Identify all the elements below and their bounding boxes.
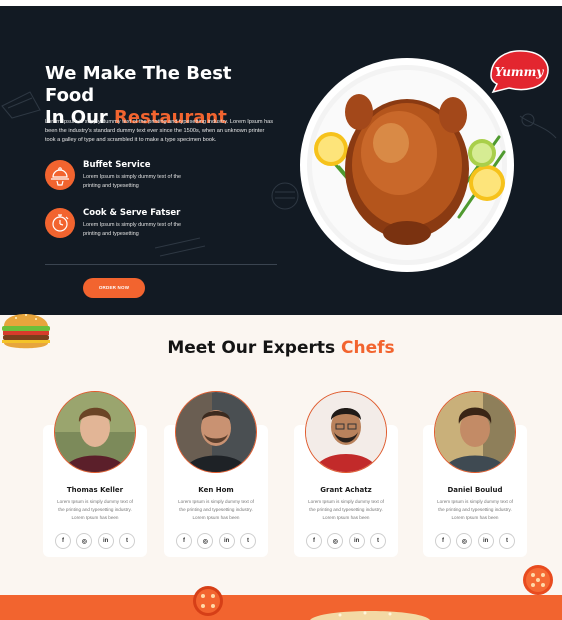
- chef-description: Lorem Ipsum is simply dummy text of the …: [178, 499, 254, 520]
- social-links: f ◎ in t: [55, 533, 135, 549]
- badge-text: Yummy: [495, 65, 545, 79]
- cloche-icon: [45, 160, 75, 190]
- twitter-icon[interactable]: t: [369, 533, 386, 549]
- linkedin-icon[interactable]: in: [477, 533, 494, 549]
- tomato-slice-illustration: [523, 565, 553, 595]
- chef-name: Ken Hom: [198, 486, 234, 494]
- instagram-icon[interactable]: ◎: [76, 533, 93, 549]
- feature-description: Lorem Ipsum is simply dummy text of the …: [83, 222, 181, 237]
- roast-chicken-plate-image: [300, 58, 514, 272]
- feature-buffet-service: Buffet Service Lorem Ipsum is simply dum…: [45, 160, 265, 194]
- feature-cook-serve: Cook & Serve Fatser Lorem Ipsum is simpl…: [45, 208, 265, 242]
- chefs-title-prefix: Meet Our Experts: [167, 338, 342, 358]
- feature-description: Lorem Ipsum is simply dummy text of the …: [83, 174, 181, 189]
- feature-title: Cook & Serve Fatser: [83, 208, 181, 218]
- hero-section: We Make The Best Food In Our Restaurant …: [0, 6, 562, 315]
- feature-title: Buffet Service: [83, 160, 151, 170]
- chef-card: Grant Achatz Lorem Ipsum is simply dummy…: [294, 391, 398, 557]
- chef-avatar: [434, 391, 516, 473]
- chef-description: Lorem Ipsum is simply dummy text of the …: [57, 499, 133, 520]
- social-links: f ◎ in t: [306, 533, 386, 549]
- instagram-icon[interactable]: ◎: [197, 533, 214, 549]
- social-links: f ◎ in t: [176, 533, 256, 549]
- twitter-icon[interactable]: t: [118, 533, 135, 549]
- chef-avatar: [54, 391, 136, 473]
- linkedin-icon[interactable]: in: [97, 533, 114, 549]
- burger-bun-illustration: [310, 611, 430, 620]
- hero-divider: [45, 264, 277, 265]
- order-now-button[interactable]: ORDER NOW: [83, 278, 145, 298]
- social-links: f ◎ in t: [435, 533, 515, 549]
- tomato-slice-illustration: [193, 586, 223, 616]
- facebook-icon[interactable]: f: [435, 533, 451, 549]
- chef-name: Grant Achatz: [320, 486, 372, 494]
- facebook-icon[interactable]: f: [176, 533, 192, 549]
- chef-name: Daniel Boulud: [447, 486, 503, 494]
- footer-band: [0, 595, 562, 620]
- linkedin-icon[interactable]: in: [218, 533, 235, 549]
- facebook-icon[interactable]: f: [306, 533, 322, 549]
- instagram-icon[interactable]: ◎: [327, 533, 344, 549]
- hero-title-line1: We Make The Best Food: [45, 63, 232, 106]
- chef-avatar: [175, 391, 257, 473]
- chef-card: Thomas Keller Lorem Ipsum is simply dumm…: [43, 391, 147, 557]
- twitter-icon[interactable]: t: [498, 533, 515, 549]
- timer-icon: [45, 208, 75, 238]
- twitter-icon[interactable]: t: [239, 533, 256, 549]
- hero-description: Lorem Ipsum is simply dummy text of the …: [45, 119, 274, 143]
- chefs-section-title: Meet Our Experts Chefs: [0, 338, 562, 358]
- linkedin-icon[interactable]: in: [348, 533, 365, 549]
- facebook-icon[interactable]: f: [55, 533, 71, 549]
- chef-description: Lorem Ipsum is simply dummy text of the …: [437, 499, 513, 520]
- chef-description: Lorem Ipsum is simply dummy text of the …: [308, 499, 384, 520]
- chef-avatar: [305, 391, 387, 473]
- chef-card: Ken Hom Lorem Ipsum is simply dummy text…: [164, 391, 268, 557]
- instagram-icon[interactable]: ◎: [456, 533, 473, 549]
- chef-name: Thomas Keller: [66, 486, 124, 494]
- yummy-badge: Yummy: [490, 50, 549, 94]
- chefs-title-accent: Chefs: [341, 338, 395, 358]
- chef-card: Daniel Boulud Lorem Ipsum is simply dumm…: [423, 391, 527, 557]
